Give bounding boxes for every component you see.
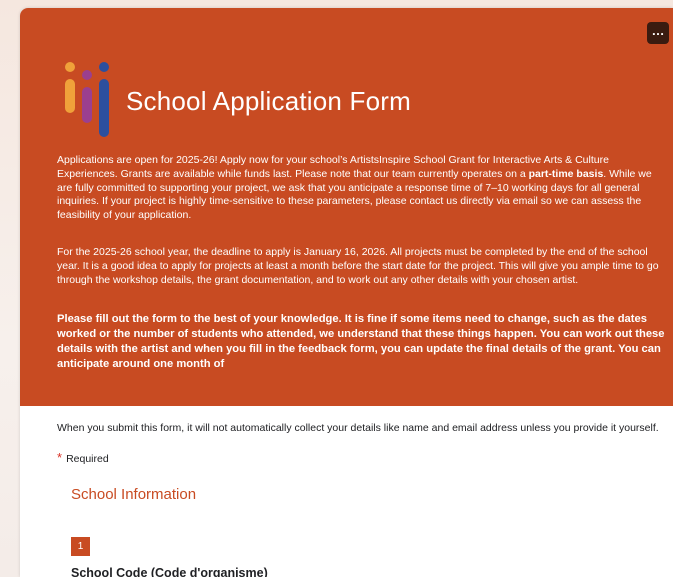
description-paragraph-3: Please fill out the form to the best of … <box>57 313 665 370</box>
description-paragraph-2: For the 2025-26 school year, the deadlin… <box>57 246 659 286</box>
description-paragraph-1: Applications are open for 2025-26! Apply… <box>57 154 669 223</box>
paragraph1-bold-text: part-time basis <box>528 167 604 180</box>
question-number-badge: 1 <box>71 537 90 556</box>
artistsinspire-logo <box>65 62 109 137</box>
form-header: … School Application Form Applications a… <box>20 8 673 406</box>
form-card: … School Application Form Applications a… <box>20 8 673 577</box>
privacy-notice: When you submit this form, it will not a… <box>57 422 659 434</box>
required-label: Required <box>66 453 109 465</box>
required-indicator: * Required <box>57 450 109 465</box>
section-title: School Information <box>71 486 197 503</box>
more-options-button[interactable]: … <box>647 22 669 44</box>
form-title: School Application Form <box>126 86 411 116</box>
required-asterisk: * <box>57 450 63 465</box>
paragraph1-text-start: Applications are open for 2025-26! Apply… <box>57 154 609 180</box>
question-title: School Code (Code d'organisme) <box>71 566 268 577</box>
